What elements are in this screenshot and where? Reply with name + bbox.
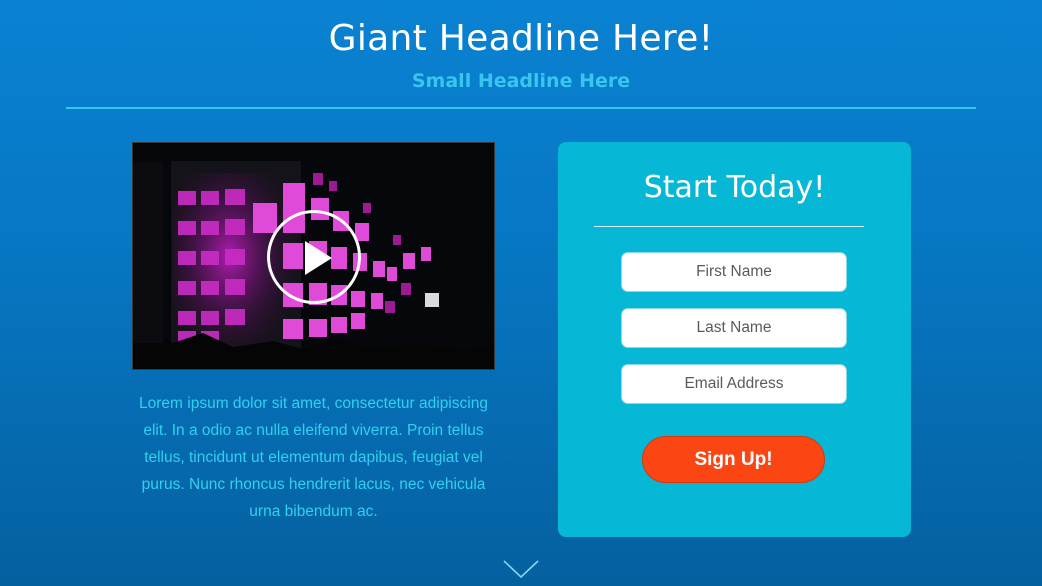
- last-name-field[interactable]: [621, 308, 847, 348]
- page-title: Giant Headline Here!: [328, 18, 714, 59]
- header-divider: [66, 107, 976, 109]
- signup-button[interactable]: Sign Up!: [642, 436, 825, 483]
- page-subtitle: Small Headline Here: [411, 70, 631, 92]
- video-player[interactable]: [132, 142, 495, 370]
- play-icon: [305, 241, 332, 275]
- chevron-down-icon[interactable]: [502, 558, 540, 580]
- signup-title: Start Today!: [643, 170, 826, 205]
- description-text: Lorem ipsum dolor sit amet, consectetur …: [139, 395, 488, 520]
- signup-card: Start Today! Sign Up!: [558, 142, 911, 537]
- play-button[interactable]: [267, 210, 361, 304]
- first-name-field[interactable]: [621, 252, 847, 292]
- signup-divider: [594, 226, 864, 227]
- email-field[interactable]: [621, 364, 847, 404]
